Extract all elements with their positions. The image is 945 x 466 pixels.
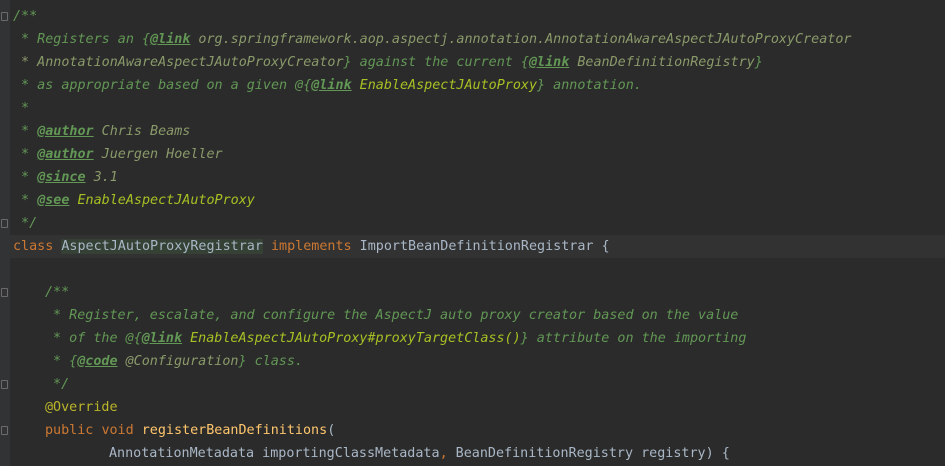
- doc-text: * {: [45, 354, 78, 369]
- doc-tag: @author: [37, 124, 94, 139]
- param-name: importingClassMetadata: [254, 446, 440, 461]
- code-line: * @see EnableAspectJAutoProxy: [13, 189, 933, 212]
- doc-text: } against the current {: [343, 55, 529, 70]
- doc-text: }: [754, 55, 763, 70]
- doc-value: Juergen Hoeller: [93, 147, 223, 162]
- fold-marker-icon[interactable]: [1, 288, 8, 297]
- doc-tag: @author: [37, 147, 94, 162]
- code-editor[interactable]: /** * Registers an {@link org.springfram…: [0, 0, 945, 466]
- keyword: implements: [270, 239, 352, 254]
- code-line: * AnnotationAwareAspectJAutoProxyCreator…: [13, 51, 933, 74]
- doc-ref: BeanDefinitionRegistry: [569, 55, 755, 70]
- doc-ref: EnableAspectJAutoProxy: [351, 78, 538, 93]
- doc-text: *: [13, 147, 38, 162]
- doc-tag: @code: [77, 354, 118, 369]
- code-line: *: [13, 97, 933, 120]
- editor-gutter: [0, 0, 10, 466]
- doc-text: *: [13, 170, 38, 185]
- doc-ref: org.springframework.aop.aspectj.annotati…: [190, 32, 852, 47]
- keyword: public: [45, 423, 94, 438]
- doc-value: Chris Beams: [93, 124, 191, 139]
- fold-marker-icon[interactable]: [1, 219, 8, 228]
- doc-text: } class.: [238, 354, 304, 369]
- interface-name[interactable]: ImportBeanDefinitionRegistrar: [360, 239, 594, 254]
- param-name: registry: [633, 446, 706, 461]
- code-line: * @author Juergen Hoeller: [13, 143, 933, 166]
- doc-text: } attribute on the importing: [520, 331, 747, 346]
- doc-text: * as appropriate based on a given @{: [13, 78, 312, 93]
- doc-text: */: [45, 377, 70, 392]
- keyword: class: [13, 239, 54, 254]
- brace: {: [593, 239, 610, 254]
- doc-comment: /**: [13, 9, 38, 24]
- fold-marker-icon[interactable]: [1, 380, 8, 389]
- method-name[interactable]: registerBeanDefinitions: [142, 423, 327, 438]
- paren: (: [327, 423, 336, 438]
- code-line: */: [13, 373, 945, 396]
- doc-tag: @link: [528, 55, 570, 70]
- doc-ref: * AnnotationAwareAspectJAutoProxyCreator: [13, 55, 344, 70]
- annotation: @Override: [45, 400, 118, 415]
- doc-text: */: [13, 216, 38, 231]
- code-line: * Registers an {@link org.springframewor…: [13, 28, 933, 51]
- doc-value: EnableAspectJAutoProxy: [69, 193, 255, 208]
- doc-tag: @link: [150, 32, 191, 47]
- param-type[interactable]: AnnotationMetadata: [109, 446, 254, 461]
- doc-text: * Register, escalate, and configure the …: [45, 308, 739, 323]
- doc-text: *: [13, 101, 30, 116]
- code-line: @Override: [13, 396, 945, 419]
- doc-ref: EnableAspectJAutoProxy#proxyTargetClass(…: [182, 331, 521, 346]
- code-line: AnnotationMetadata importingClassMetadat…: [13, 442, 945, 465]
- doc-comment: /**: [45, 285, 70, 300]
- code-line: public void registerBeanDefinitions(: [13, 419, 945, 442]
- doc-ref: @Configuration: [117, 354, 239, 369]
- code-line: * of the @{@link EnableAspectJAutoProxy#…: [13, 327, 945, 350]
- paren: ) {: [705, 446, 730, 461]
- keyword: void: [101, 423, 134, 438]
- doc-value: 3.1: [85, 170, 118, 185]
- doc-tag: @link: [141, 331, 183, 346]
- comma: ,: [439, 446, 448, 461]
- param-type[interactable]: BeanDefinitionRegistry: [448, 446, 633, 461]
- class-name[interactable]: AspectJAutoProxyRegistrar: [61, 239, 263, 254]
- doc-tag: @see: [37, 193, 70, 208]
- code-line: * @author Chris Beams: [13, 120, 933, 143]
- doc-text: * of the @{: [45, 331, 142, 346]
- code-line: * Register, escalate, and configure the …: [13, 304, 945, 327]
- code-line: * {@code @Configuration} class.: [13, 350, 945, 373]
- fold-marker-icon[interactable]: [1, 12, 8, 21]
- code-line: /**: [13, 5, 933, 28]
- doc-text: * Registers an {: [13, 32, 151, 47]
- doc-text: } annotation.: [537, 78, 642, 93]
- code-line: * @since 3.1: [13, 166, 933, 189]
- doc-tag: @link: [311, 78, 352, 93]
- doc-tag: @since: [37, 170, 86, 185]
- code-line: */: [13, 212, 933, 235]
- code-line: * as appropriate based on a given @{@lin…: [13, 74, 933, 97]
- doc-text: *: [13, 193, 38, 208]
- code-line-current: class AspectJAutoProxyRegistrar implemen…: [10, 235, 945, 258]
- code-line: /**: [13, 281, 945, 304]
- doc-text: *: [13, 124, 38, 139]
- fold-marker-icon[interactable]: [1, 426, 8, 435]
